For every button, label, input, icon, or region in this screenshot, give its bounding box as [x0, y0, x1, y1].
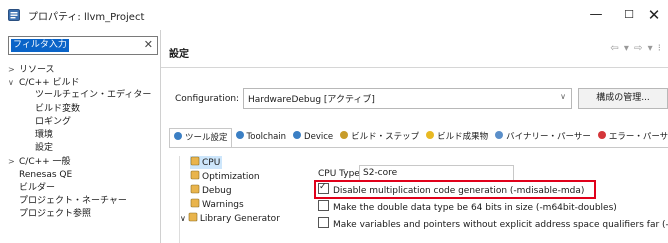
- tab-build-steps[interactable]: ビルド・ステップ: [336, 128, 422, 147]
- configuration-value: HardwareDebug [アクティブ]: [248, 95, 375, 105]
- tab-tool-settings[interactable]: ツール設定: [169, 128, 232, 147]
- settings-tree-label: Warnings: [202, 200, 244, 210]
- build-steps-icon: [340, 131, 349, 139]
- manage-configurations-button[interactable]: 構成の管理...: [578, 88, 668, 109]
- twisty-icon[interactable]: >: [8, 155, 19, 168]
- navigation-icons[interactable]: ⇦ ▾ ⇨ ▾ ⁝: [610, 43, 662, 54]
- tree-item-label: ツールチェイン・エディター: [35, 90, 152, 101]
- maximize-icon[interactable]: ☐: [617, 5, 641, 25]
- settings-tree-label: CPU: [202, 158, 221, 168]
- tree-item-label: 設定: [35, 143, 54, 154]
- tree-item[interactable]: ビルド変数: [0, 103, 160, 116]
- tab-device[interactable]: Device: [289, 128, 336, 147]
- twisty-icon[interactable]: >: [8, 63, 19, 76]
- tree-item-label: Renesas QE: [19, 169, 73, 180]
- tree-item[interactable]: プロジェクト・ネーチャー: [0, 195, 160, 208]
- configuration-select[interactable]: HardwareDebug [アクティブ] ∨: [243, 88, 572, 109]
- tab-error-parser[interactable]: エラー・パーサー: [594, 128, 668, 147]
- tree-item[interactable]: 設定: [0, 142, 160, 155]
- minimize-icon[interactable]: —: [584, 5, 608, 25]
- cpu-type-label: CPU Type: [318, 169, 360, 179]
- settings-page-icon: [188, 212, 198, 222]
- tab-label: バイナリー・パーサー: [506, 132, 591, 142]
- tool-settings-icon: [174, 132, 182, 140]
- toolchain-icon: [235, 131, 244, 139]
- close-icon[interactable]: ✕: [642, 5, 666, 25]
- tree-item-label: C/C++ ビルド: [19, 78, 80, 89]
- left-panel: フィルタ入力 ✕ > リソース ∨ C/C++ ビルド ツールチェイン・エディター ビルド…: [0, 30, 160, 243]
- settings-page-icon: [190, 184, 200, 194]
- tab-label: ビルド成果物: [437, 132, 489, 142]
- title-bar: プロパティ: llvm_Project — ☐ ✕: [0, 0, 668, 30]
- highlight-box: [314, 180, 596, 199]
- tree-item-label: プロジェクト参照: [19, 209, 92, 220]
- settings-tree-item[interactable]: Warnings: [190, 198, 244, 211]
- property-tree: > リソース ∨ C/C++ ビルド ツールチェイン・エディター ビルド変数 ロギング 環境設…: [0, 63, 160, 221]
- settings-tree-item[interactable]: Optimization: [190, 170, 260, 183]
- properties-app-icon: [8, 9, 20, 21]
- option-label[interactable]: Make variables and pointers without expl…: [333, 220, 668, 230]
- settings-tree-label: Optimization: [202, 172, 260, 182]
- tree-item-label: ビルド変数: [35, 103, 81, 114]
- tree-item[interactable]: ∨ C/C++ ビルド: [0, 76, 160, 89]
- settings-tree-item[interactable]: Debug: [190, 184, 232, 197]
- tree-item[interactable]: ツールチェイン・エディター: [0, 89, 160, 102]
- tree-item-label: ビルダー: [19, 182, 56, 193]
- tab-toolchain[interactable]: Toolchain: [232, 128, 290, 147]
- tab-label: Toolchain: [246, 132, 287, 142]
- error-parser-icon: [597, 131, 606, 139]
- filter-input[interactable]: フィルタ入力 ✕: [8, 36, 158, 55]
- tab-label: エラー・パーサー: [608, 132, 668, 142]
- clear-icon[interactable]: ✕: [144, 38, 153, 51]
- divider: [161, 67, 668, 68]
- option-label[interactable]: Make the double data type be 64 bits in …: [333, 203, 617, 213]
- settings-page-icon: [190, 170, 200, 180]
- settings-tabbar: ツール設定 Toolchain Device ビルド・ステップ ビルド成果物 バイナリー・…: [169, 128, 668, 148]
- build-artifact-icon: [426, 131, 435, 139]
- tab-label: Device: [304, 132, 334, 142]
- window-title: プロパティ: llvm_Project: [28, 12, 145, 23]
- tab-build-artifact[interactable]: ビルド成果物: [422, 128, 491, 147]
- tree-item[interactable]: プロジェクト参照: [0, 208, 160, 221]
- right-panel: 設定 ⇦ ▾ ⇨ ▾ ⁝ Configuration: HardwareDebu…: [161, 30, 668, 243]
- tree-item-label: プロジェクト・ネーチャー: [19, 195, 127, 206]
- option-checkbox[interactable]: [318, 217, 329, 228]
- tab-label: ビルド・ステップ: [351, 132, 420, 142]
- configuration-label: Configuration:: [175, 94, 240, 104]
- settings-tree-label: Library Generator: [199, 214, 280, 224]
- tree-item-label: リソース: [19, 65, 55, 75]
- compiler-option: Make the double data type be 64 bits in …: [318, 200, 617, 213]
- settings-page-icon: [190, 198, 200, 208]
- tree-item[interactable]: > C/C++ 一般: [0, 155, 160, 168]
- twisty-icon[interactable]: ∨: [8, 76, 19, 89]
- settings-tree-item[interactable]: ∨ Library Generator: [180, 212, 280, 225]
- tree-item[interactable]: > リソース: [0, 63, 160, 76]
- tool-settings-tree: CPU Optimization Debug Warnings ∨ Library Gen…: [179, 156, 302, 243]
- tab-label: ツール設定: [185, 133, 228, 143]
- tree-item[interactable]: ロギング: [0, 116, 160, 129]
- tree-item[interactable]: Renesas QE: [0, 169, 160, 182]
- settings-page-icon: [190, 156, 200, 166]
- tab-binary-parser[interactable]: バイナリー・パーサー: [491, 128, 594, 147]
- tree-item[interactable]: 環境: [0, 129, 160, 142]
- option-checkbox[interactable]: [318, 200, 329, 211]
- filter-placeholder: フィルタ入力: [11, 39, 69, 52]
- tree-item-label: 環境: [35, 129, 54, 140]
- chevron-down-icon[interactable]: ∨: [180, 214, 186, 223]
- device-icon: [293, 131, 302, 139]
- tree-item-label: C/C++ 一般: [19, 157, 71, 168]
- page-title: 設定: [169, 49, 189, 60]
- settings-tree-item[interactable]: CPU: [190, 156, 223, 169]
- binary-parser-icon: [495, 131, 504, 139]
- tree-item-label: ロギング: [35, 116, 72, 127]
- chevron-down-icon: ∨: [560, 92, 566, 101]
- compiler-option: Make variables and pointers without expl…: [318, 217, 668, 230]
- settings-tree-label: Debug: [202, 186, 232, 196]
- tree-item[interactable]: ビルダー: [0, 182, 160, 195]
